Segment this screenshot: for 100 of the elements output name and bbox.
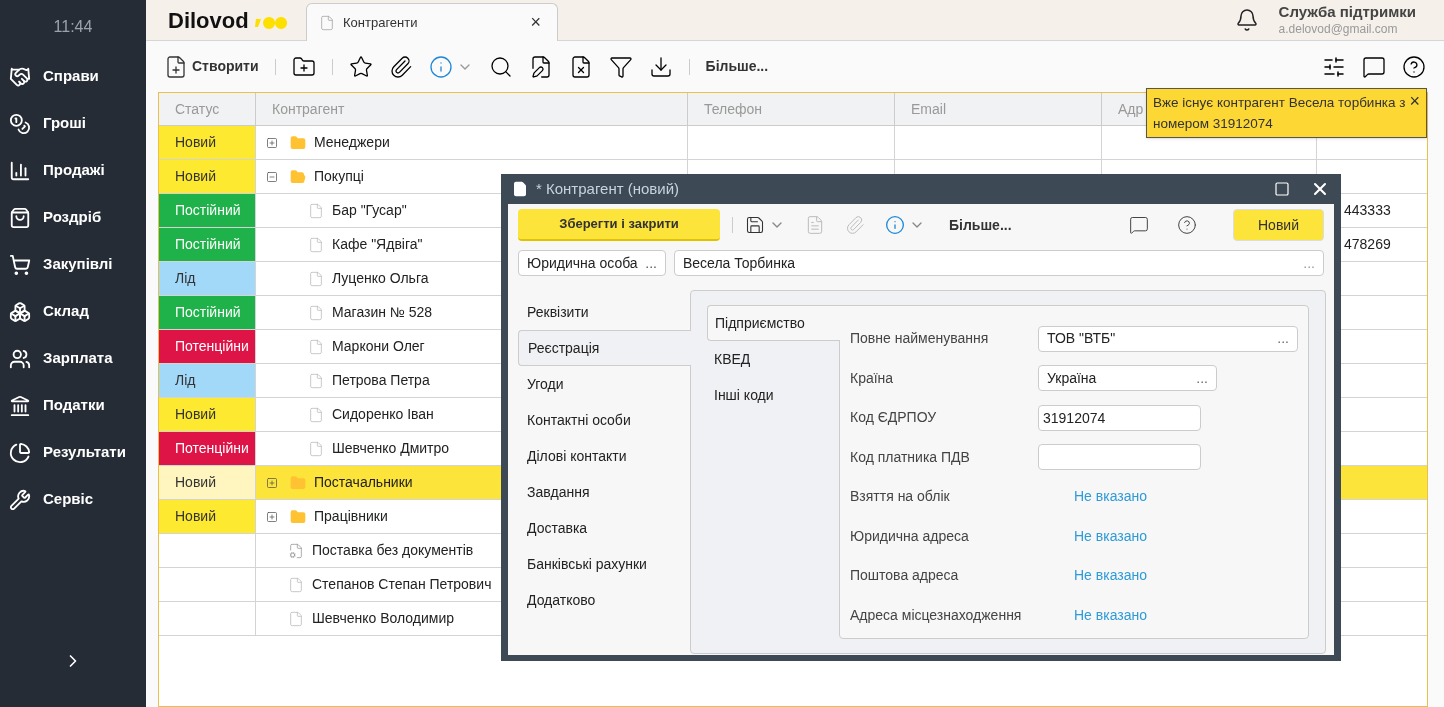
- status-cell: Новий: [159, 466, 255, 499]
- shopping-bag-icon: [9, 206, 31, 229]
- coins-icon: [9, 112, 31, 135]
- contractor-name: Покупці: [314, 167, 364, 186]
- subsection-tab[interactable]: КВЕД: [707, 341, 839, 377]
- document-icon: [308, 440, 324, 457]
- collapse-icon[interactable]: [266, 170, 278, 183]
- status-cell: Постійний: [159, 228, 255, 261]
- sidebar-item[interactable]: Податки: [0, 382, 146, 429]
- subsection-tab[interactable]: Підприємство: [707, 305, 840, 341]
- status-cell: Новий: [159, 160, 255, 193]
- field-label: Поштова адреса: [850, 566, 960, 586]
- save-close-button[interactable]: Зберегти і закрити: [518, 209, 720, 241]
- clock-time: 11:44: [53, 16, 93, 37]
- status-cell: Потенційни: [159, 330, 255, 363]
- handshake-icon: [9, 65, 31, 88]
- help-icon[interactable]: [1402, 54, 1426, 79]
- contractor-name: Бар "Гусар": [332, 201, 407, 220]
- status-cell: Новий: [159, 500, 255, 533]
- field-label: Взяття на облік: [850, 487, 951, 507]
- expand-icon[interactable]: [266, 476, 278, 489]
- comment-icon[interactable]: [1362, 54, 1386, 79]
- section-tab[interactable]: Реєстрація: [518, 330, 691, 366]
- sidebar-item[interactable]: Склад: [0, 288, 146, 335]
- section-tab[interactable]: Доставка: [518, 510, 690, 546]
- status-cell: Потенційни: [159, 432, 255, 465]
- sidebar-item[interactable]: Сервіс: [0, 476, 146, 523]
- document-icon: [308, 406, 324, 423]
- status-cell: Постійний: [159, 296, 255, 329]
- cart-icon: [9, 253, 31, 276]
- logo-text: Dilovod: [168, 6, 249, 35]
- info-icon[interactable]: [885, 215, 905, 235]
- sidebar-item[interactable]: Результати: [0, 429, 146, 476]
- user-email: a.delovod@gmail.com: [1278, 21, 1399, 37]
- sidebar-item[interactable]: Гроші: [0, 100, 146, 147]
- boxes-icon: [9, 300, 31, 323]
- field-label: Код ЄДРПОУ: [850, 408, 938, 428]
- contractor-name: Луценко Ольга: [332, 269, 429, 288]
- section-tab[interactable]: Банківські рахунки: [518, 546, 690, 582]
- input-field[interactable]: 31912074: [1038, 404, 1201, 431]
- bar-chart-icon: [9, 159, 31, 182]
- save-icon[interactable]: [745, 215, 765, 235]
- section-tab[interactable]: Контактні особи: [518, 402, 690, 438]
- folder-icon: [290, 474, 306, 491]
- contractor-name: Маркони Олег: [332, 337, 425, 356]
- people-icon: [9, 347, 31, 370]
- document-icon: [308, 202, 324, 219]
- name-field[interactable]: Весела Торбинка ...: [674, 250, 1324, 276]
- contractor-name: Сидоренко Іван: [332, 405, 434, 424]
- user-name: Служба підтримки: [1278, 3, 1416, 22]
- add-document-icon: [164, 54, 188, 79]
- section-tab[interactable]: Реквізити: [518, 294, 690, 330]
- more-button[interactable]: Більше...: [949, 214, 1012, 236]
- maximize-icon[interactable]: [1274, 181, 1290, 197]
- contractor-name: Магазин № 528: [332, 303, 433, 322]
- field-label: Юридична адреса: [850, 526, 970, 546]
- section-tab[interactable]: Завдання: [518, 474, 690, 510]
- status-button[interactable]: Новий: [1233, 209, 1324, 241]
- table-cell-text: 478269: [1344, 235, 1391, 254]
- sliders-icon[interactable]: [1322, 54, 1346, 79]
- lookup-field[interactable]: ТОВ "ВТБ" ...: [1038, 325, 1298, 352]
- document-icon: [319, 14, 335, 31]
- section-tab[interactable]: Угоди: [518, 366, 690, 402]
- info-icon[interactable]: [428, 54, 453, 79]
- close-tab-button[interactable]: ×: [526, 9, 545, 36]
- document-icon: [288, 576, 304, 593]
- sidebar-item[interactable]: Продажі: [0, 147, 146, 194]
- notifications-icon[interactable]: [1234, 8, 1259, 32]
- section-tab[interactable]: Додатково: [518, 582, 690, 618]
- document-icon: [308, 304, 324, 321]
- contractor-name: Петрова Петра: [332, 371, 430, 390]
- document-icon: [308, 372, 324, 389]
- field-label: Адреса місцезнаходження: [850, 605, 1023, 625]
- lookup-field[interactable]: Україна ...: [1038, 365, 1217, 392]
- document-icon: [308, 270, 324, 287]
- landmark-icon: [9, 394, 31, 417]
- input-field[interactable]: [1038, 444, 1201, 471]
- search-icon[interactable]: [488, 54, 513, 79]
- sidebar-item[interactable]: Зарплата: [0, 335, 146, 382]
- contractor-name: Кафе "Ядвіга": [332, 235, 423, 254]
- folder-icon: [290, 134, 306, 151]
- table-cell-text: 443333: [1344, 201, 1391, 220]
- field-label: Код платника ПДВ: [850, 447, 971, 467]
- document-tab[interactable]: Контрагенти ×: [306, 3, 558, 41]
- type-field[interactable]: Юридична особа ...: [518, 250, 666, 276]
- subsection-tab[interactable]: Інші коди: [707, 377, 839, 413]
- expand-icon[interactable]: [266, 510, 278, 523]
- section-tab[interactable]: Ділові контакти: [518, 438, 690, 474]
- sidebar-item[interactable]: Роздріб: [0, 194, 146, 241]
- filter-icon[interactable]: [608, 54, 633, 79]
- comment-icon[interactable]: [1129, 215, 1149, 235]
- attachment-icon[interactable]: [388, 54, 413, 79]
- sidebar-item[interactable]: Справи: [0, 53, 146, 100]
- status-cell: Лід: [159, 262, 255, 295]
- expand-icon[interactable]: [266, 136, 278, 149]
- more-button[interactable]: Більше...: [705, 56, 769, 77]
- folder-plus-icon[interactable]: [291, 54, 316, 79]
- create-button[interactable]: Створити: [164, 54, 259, 79]
- sidebar-item[interactable]: Закупівлі: [0, 241, 146, 288]
- field-label: Повне найменування: [850, 329, 990, 349]
